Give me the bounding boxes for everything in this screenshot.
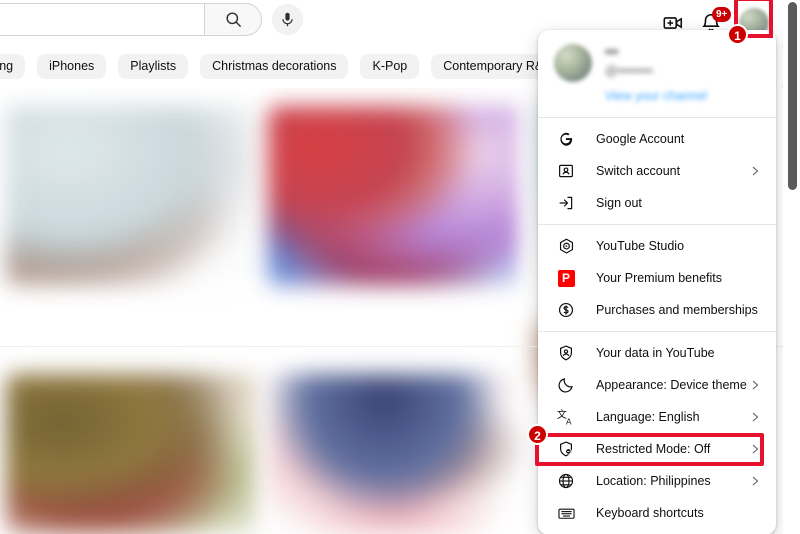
menu-item-switch-account[interactable]: Switch account	[538, 155, 776, 187]
view-your-channel-link[interactable]: View your channel	[605, 88, 709, 104]
menu-item-label: Language: English	[596, 410, 700, 424]
keyboard-icon	[554, 501, 578, 525]
translate-icon: 文 A	[554, 405, 578, 429]
menu-item-language[interactable]: 文 A Language: English	[538, 401, 776, 433]
step-badge-1: 1	[727, 24, 748, 45]
search-icon	[225, 12, 241, 28]
menu-item-label: Sign out	[596, 196, 642, 210]
chip-gaming[interactable]: ming	[0, 53, 26, 79]
switch-account-icon	[554, 159, 578, 183]
sign-out-icon	[554, 191, 578, 215]
google-g-icon	[554, 127, 578, 151]
menu-item-label: Purchases and memberships	[596, 303, 758, 317]
search-bar[interactable]	[0, 3, 262, 36]
menu-item-appearance[interactable]: Appearance: Device theme	[538, 369, 776, 401]
video-thumbnail[interactable]	[268, 374, 520, 534]
account-menu-group-settings: Your data in YouTube Appearance: Device …	[538, 333, 776, 533]
menu-item-location[interactable]: Location: Philippines	[538, 465, 776, 497]
menu-item-your-data-in-youtube[interactable]: Your data in YouTube	[538, 337, 776, 369]
notification-badge: 9+	[712, 6, 732, 22]
microphone-icon	[282, 12, 293, 27]
menu-item-youtube-studio[interactable]: YouTube Studio	[538, 230, 776, 262]
purchases-dollar-icon	[554, 298, 578, 322]
menu-item-restricted-mode[interactable]: Restricted Mode: Off	[538, 433, 776, 465]
account-menu: ••• @•••••••• View your channel Google A…	[538, 30, 776, 534]
page-scrollbar[interactable]	[783, 0, 800, 534]
menu-item-label: Location: Philippines	[596, 474, 711, 488]
menu-item-sign-out[interactable]: Sign out	[538, 187, 776, 219]
chip-k-pop[interactable]: K-Pop	[360, 53, 420, 79]
menu-item-purchases-memberships[interactable]: Purchases and memberships	[538, 294, 776, 326]
menu-item-label: YouTube Studio	[596, 239, 685, 253]
search-button[interactable]	[204, 3, 262, 36]
account-handle: @••••••••	[605, 64, 653, 78]
moon-icon	[554, 373, 578, 397]
your-data-shield-icon	[554, 341, 578, 365]
chevron-right-icon	[748, 442, 762, 456]
youtube-page: ming iPhones Playlists Christmas decorat…	[0, 0, 800, 534]
avatar	[554, 44, 592, 82]
menu-item-label: Your Premium benefits	[596, 271, 722, 285]
video-thumbnail[interactable]	[6, 106, 258, 286]
account-menu-group-services: YouTube Studio P Your Premium benefits P…	[538, 226, 776, 330]
menu-item-label: Keyboard shortcuts	[596, 506, 704, 520]
menu-item-label: Your data in YouTube	[596, 346, 715, 360]
youtube-studio-icon	[554, 234, 578, 258]
svg-text:A: A	[566, 417, 572, 427]
menu-divider	[538, 331, 776, 332]
globe-icon	[554, 469, 578, 493]
menu-divider	[538, 117, 776, 118]
chevron-right-icon	[748, 410, 762, 424]
scrollbar-thumb[interactable]	[788, 2, 797, 190]
menu-item-label: Google Account	[596, 132, 685, 146]
voice-search-button[interactable]	[272, 4, 303, 35]
chip-iphones[interactable]: iPhones	[37, 53, 107, 79]
menu-item-premium-benefits[interactable]: P Your Premium benefits	[538, 262, 776, 294]
menu-item-label: Appearance: Device theme	[596, 378, 747, 392]
search-input[interactable]	[0, 3, 204, 36]
video-thumbnail[interactable]	[268, 106, 520, 286]
chevron-right-icon	[748, 378, 762, 392]
menu-item-keyboard-shortcuts[interactable]: Keyboard shortcuts	[538, 497, 776, 529]
profile-text: ••• @•••••••• View your channel	[605, 44, 709, 104]
menu-item-label: Switch account	[596, 164, 681, 178]
video-thumbnail[interactable]	[6, 374, 258, 534]
premium-p-icon: P	[554, 266, 578, 290]
chevron-right-icon	[748, 474, 762, 488]
chip-christmas-decorations[interactable]: Christmas decorations	[200, 53, 349, 79]
menu-item-label: Restricted Mode: Off	[596, 442, 711, 456]
menu-item-google-account[interactable]: Google Account	[538, 123, 776, 155]
step-badge-2: 2	[527, 424, 548, 445]
chip-playlists[interactable]: Playlists	[118, 53, 189, 79]
account-name: •••	[605, 45, 619, 59]
account-menu-group-account: Google Account Switch account Sign out	[538, 119, 776, 223]
menu-divider	[538, 224, 776, 225]
restricted-mode-shield-icon	[554, 437, 578, 461]
chevron-right-icon	[748, 164, 762, 178]
